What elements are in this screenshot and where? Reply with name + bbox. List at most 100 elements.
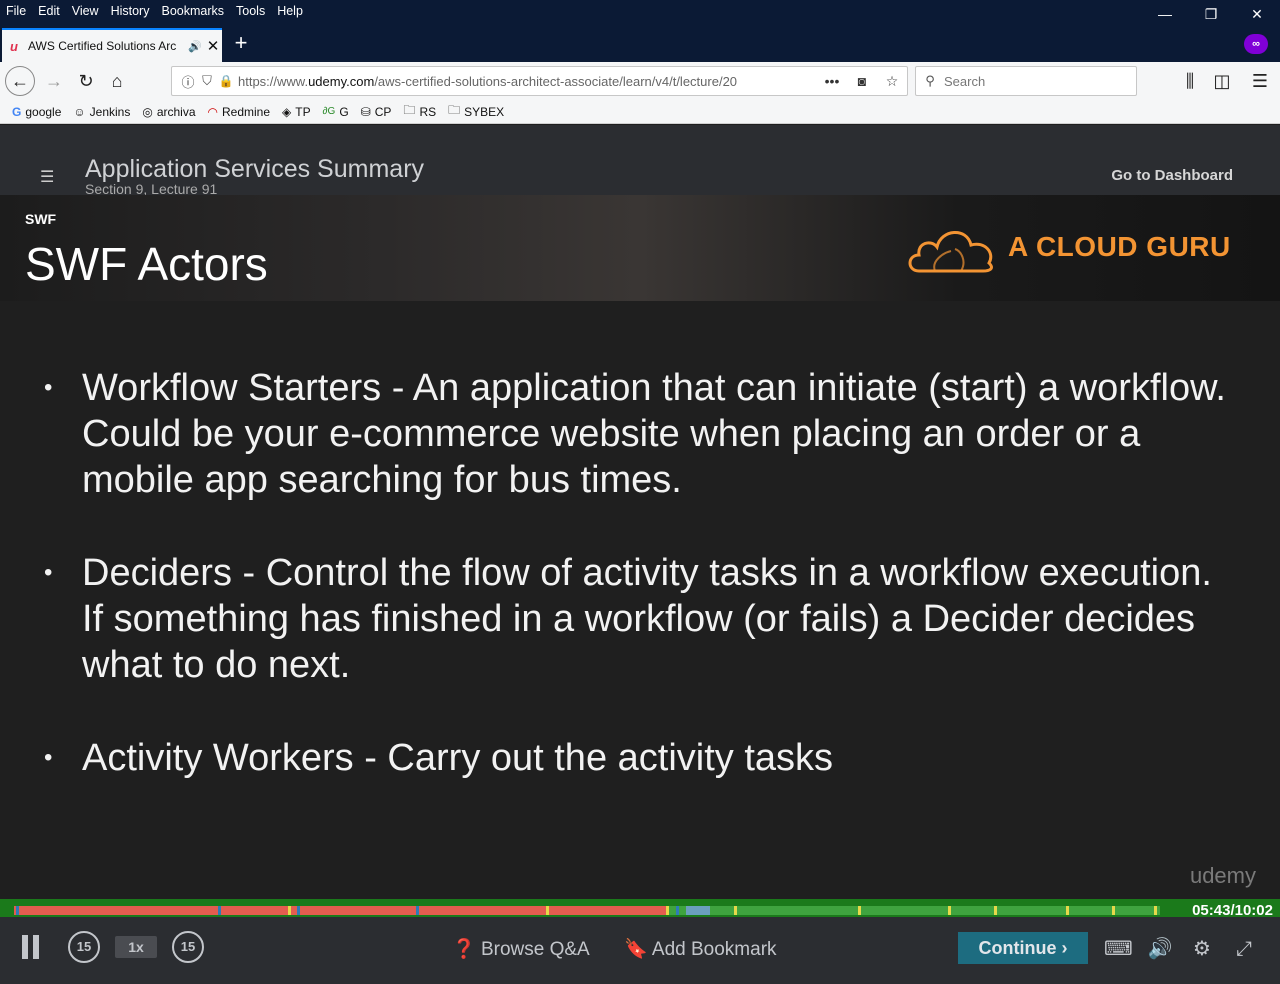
forward-15-button[interactable]: 15 [172, 931, 204, 963]
url-domain: udemy.com [308, 73, 375, 89]
bookmark-label: SYBEX [464, 104, 505, 119]
bookmark-star-icon[interactable]: ☆ [877, 73, 907, 90]
hamburger-menu-icon: ☰ [1251, 70, 1269, 91]
bookmark-g[interactable]: ∂G G [323, 105, 349, 119]
fullscreen-button[interactable]: ⤢ [1230, 935, 1258, 963]
search-bar[interactable]: ⚲ Search [915, 66, 1137, 96]
reload-button[interactable]: ↻ [72, 67, 100, 95]
bookmark-rs[interactable]: 🗀 RS [403, 101, 436, 122]
bookmark-cp[interactable]: ⛁ CP [361, 105, 392, 119]
chapter-marker [1066, 906, 1069, 915]
info-icon[interactable]: ⓘ [178, 72, 198, 91]
bookmark-label: google [25, 104, 62, 119]
tracking-shield-icon[interactable]: ⛉ [198, 73, 216, 89]
chapter-marker [858, 906, 861, 915]
back-arrow-icon: ← [11, 70, 29, 91]
chapter-marker [297, 906, 300, 915]
tab-udemy[interactable]: u AWS Certified Solutions Arc 🔊 ✕ [2, 28, 222, 62]
lecture-title: Application Services Summary [85, 155, 425, 183]
menu-edit[interactable]: Edit [32, 4, 66, 18]
bullet-item: Activity Workers - Carry out the activit… [44, 735, 1232, 781]
captions-icon: ⌨ [1104, 938, 1133, 960]
speaker-icon[interactable]: 🔊 [186, 40, 204, 53]
chevron-right-icon: › [1061, 938, 1068, 958]
udemy-favicon-icon: u [10, 38, 18, 54]
bookmark-tp[interactable]: ◈ TP [282, 105, 311, 119]
bookmark-label: Jenkins [89, 104, 131, 119]
lecture-header: ☰ Application Services Summary Section 9… [0, 125, 1280, 197]
open-menu-button[interactable]: ☰ [1246, 67, 1274, 95]
bookmark-label: G [339, 104, 349, 119]
settings-button[interactable]: ⚙ [1188, 935, 1216, 963]
bullet-item: Deciders - Control the flow of activity … [44, 550, 1232, 688]
new-tab-button[interactable]: + [230, 28, 252, 58]
chapter-marker [16, 906, 19, 915]
tp-icon: ◈ [282, 104, 292, 119]
add-bookmark-button[interactable]: 🔖 Add Bookmark [624, 937, 777, 961]
curriculum-list-icon[interactable]: ☰ [40, 167, 54, 187]
forward-arrow-icon: → [45, 70, 63, 91]
bookmark-label: Redmine [222, 104, 271, 119]
captions-button[interactable]: ⌨ [1104, 935, 1133, 963]
sidebar-icon: ◫ [1213, 70, 1231, 91]
url-bar[interactable]: ⓘ ⛉ 🔒 https://www.udemy.com/aws-certifie… [171, 66, 908, 96]
tab-close-icon[interactable]: ✕ [204, 37, 222, 55]
sidebar-button[interactable]: ◫ [1208, 67, 1236, 95]
tab-title: AWS Certified Solutions Arc [28, 39, 177, 53]
tab-bar: u AWS Certified Solutions Arc 🔊 ✕ + ∞ [0, 22, 1280, 62]
menu-tools[interactable]: Tools [230, 4, 271, 18]
back-button[interactable]: ← [5, 66, 35, 96]
gear-icon: ⚙ [1193, 938, 1211, 960]
menu-file[interactable]: File [0, 4, 32, 18]
progress-bar[interactable]: 05:43/10:02 [0, 899, 1280, 919]
nav-bar: ← → ↻ ⌂ ⓘ ⛉ 🔒 https://www.udemy.com/aws-… [0, 62, 1280, 100]
url-text[interactable]: https://www.udemy.com/aws-certified-solu… [236, 74, 817, 89]
redmine-icon: ◠ [207, 104, 218, 119]
forward-button[interactable]: → [40, 67, 68, 95]
continue-button[interactable]: Continue › [958, 932, 1088, 964]
add-bookmark-label: Add Bookmark [651, 939, 777, 960]
bookmark-label: CP [374, 104, 392, 119]
library-button[interactable]: ⫼ [1176, 67, 1204, 95]
chapter-marker [666, 906, 669, 915]
bookmark-archiva[interactable]: ◎ archiva [142, 105, 195, 119]
chapter-marker [1154, 906, 1157, 915]
pause-button[interactable] [22, 935, 40, 961]
url-prefix: https://www. [238, 73, 309, 89]
udemy-watermark: udemy [1189, 863, 1256, 888]
menu-view[interactable]: View [66, 4, 105, 18]
bookmark-jenkins[interactable]: ☺ Jenkins [73, 105, 130, 119]
g-icon: ∂G [322, 106, 336, 117]
playback-speed-button[interactable]: 1x [115, 936, 157, 958]
video-player[interactable]: ☰ Application Services Summary Section 9… [0, 125, 1280, 984]
rewind-15-button[interactable]: 15 [68, 931, 100, 963]
menu-bookmarks[interactable]: Bookmarks [155, 4, 230, 18]
menu-bar: File Edit View History Bookmarks Tools H… [0, 0, 1280, 22]
go-to-dashboard-link[interactable]: Go to Dashboard [1111, 167, 1233, 184]
fullscreen-icon: ⤢ [1236, 938, 1252, 960]
chapter-marker [288, 906, 291, 915]
slide-heading: SWF Actors [25, 238, 268, 290]
bookmark-label: archiva [156, 104, 196, 119]
browse-qa-button[interactable]: ❓ Browse Q&A [452, 937, 590, 961]
bookmark-google[interactable]: Ggoogle [12, 105, 61, 119]
chapter-marker [734, 906, 737, 915]
bookmark-icon: 🔖 [624, 939, 648, 960]
menu-help[interactable]: Help [271, 4, 309, 18]
lock-icon[interactable]: 🔒 [216, 74, 236, 88]
bookmark-sybex[interactable]: 🗀 SYBEX [448, 101, 504, 122]
chapter-marker [416, 906, 419, 915]
library-icon: ⫼ [1185, 70, 1195, 91]
menu-history[interactable]: History [105, 4, 156, 18]
jenkins-icon: ☺ [73, 104, 86, 119]
volume-button[interactable]: 🔊 [1146, 935, 1174, 963]
folder-icon: 🗀 [448, 103, 461, 117]
slide-banner: SWF SWF Actors A CLOUD GURU [0, 195, 1280, 301]
archiva-icon: ◎ [142, 104, 153, 119]
buffered-segment [686, 906, 710, 915]
home-icon: ⌂ [111, 70, 123, 91]
page-actions-icon[interactable]: ••• [817, 73, 847, 89]
bookmark-redmine[interactable]: ◠ Redmine [208, 105, 271, 119]
home-button[interactable]: ⌂ [103, 67, 131, 95]
pocket-icon[interactable]: ◙ [847, 73, 877, 89]
